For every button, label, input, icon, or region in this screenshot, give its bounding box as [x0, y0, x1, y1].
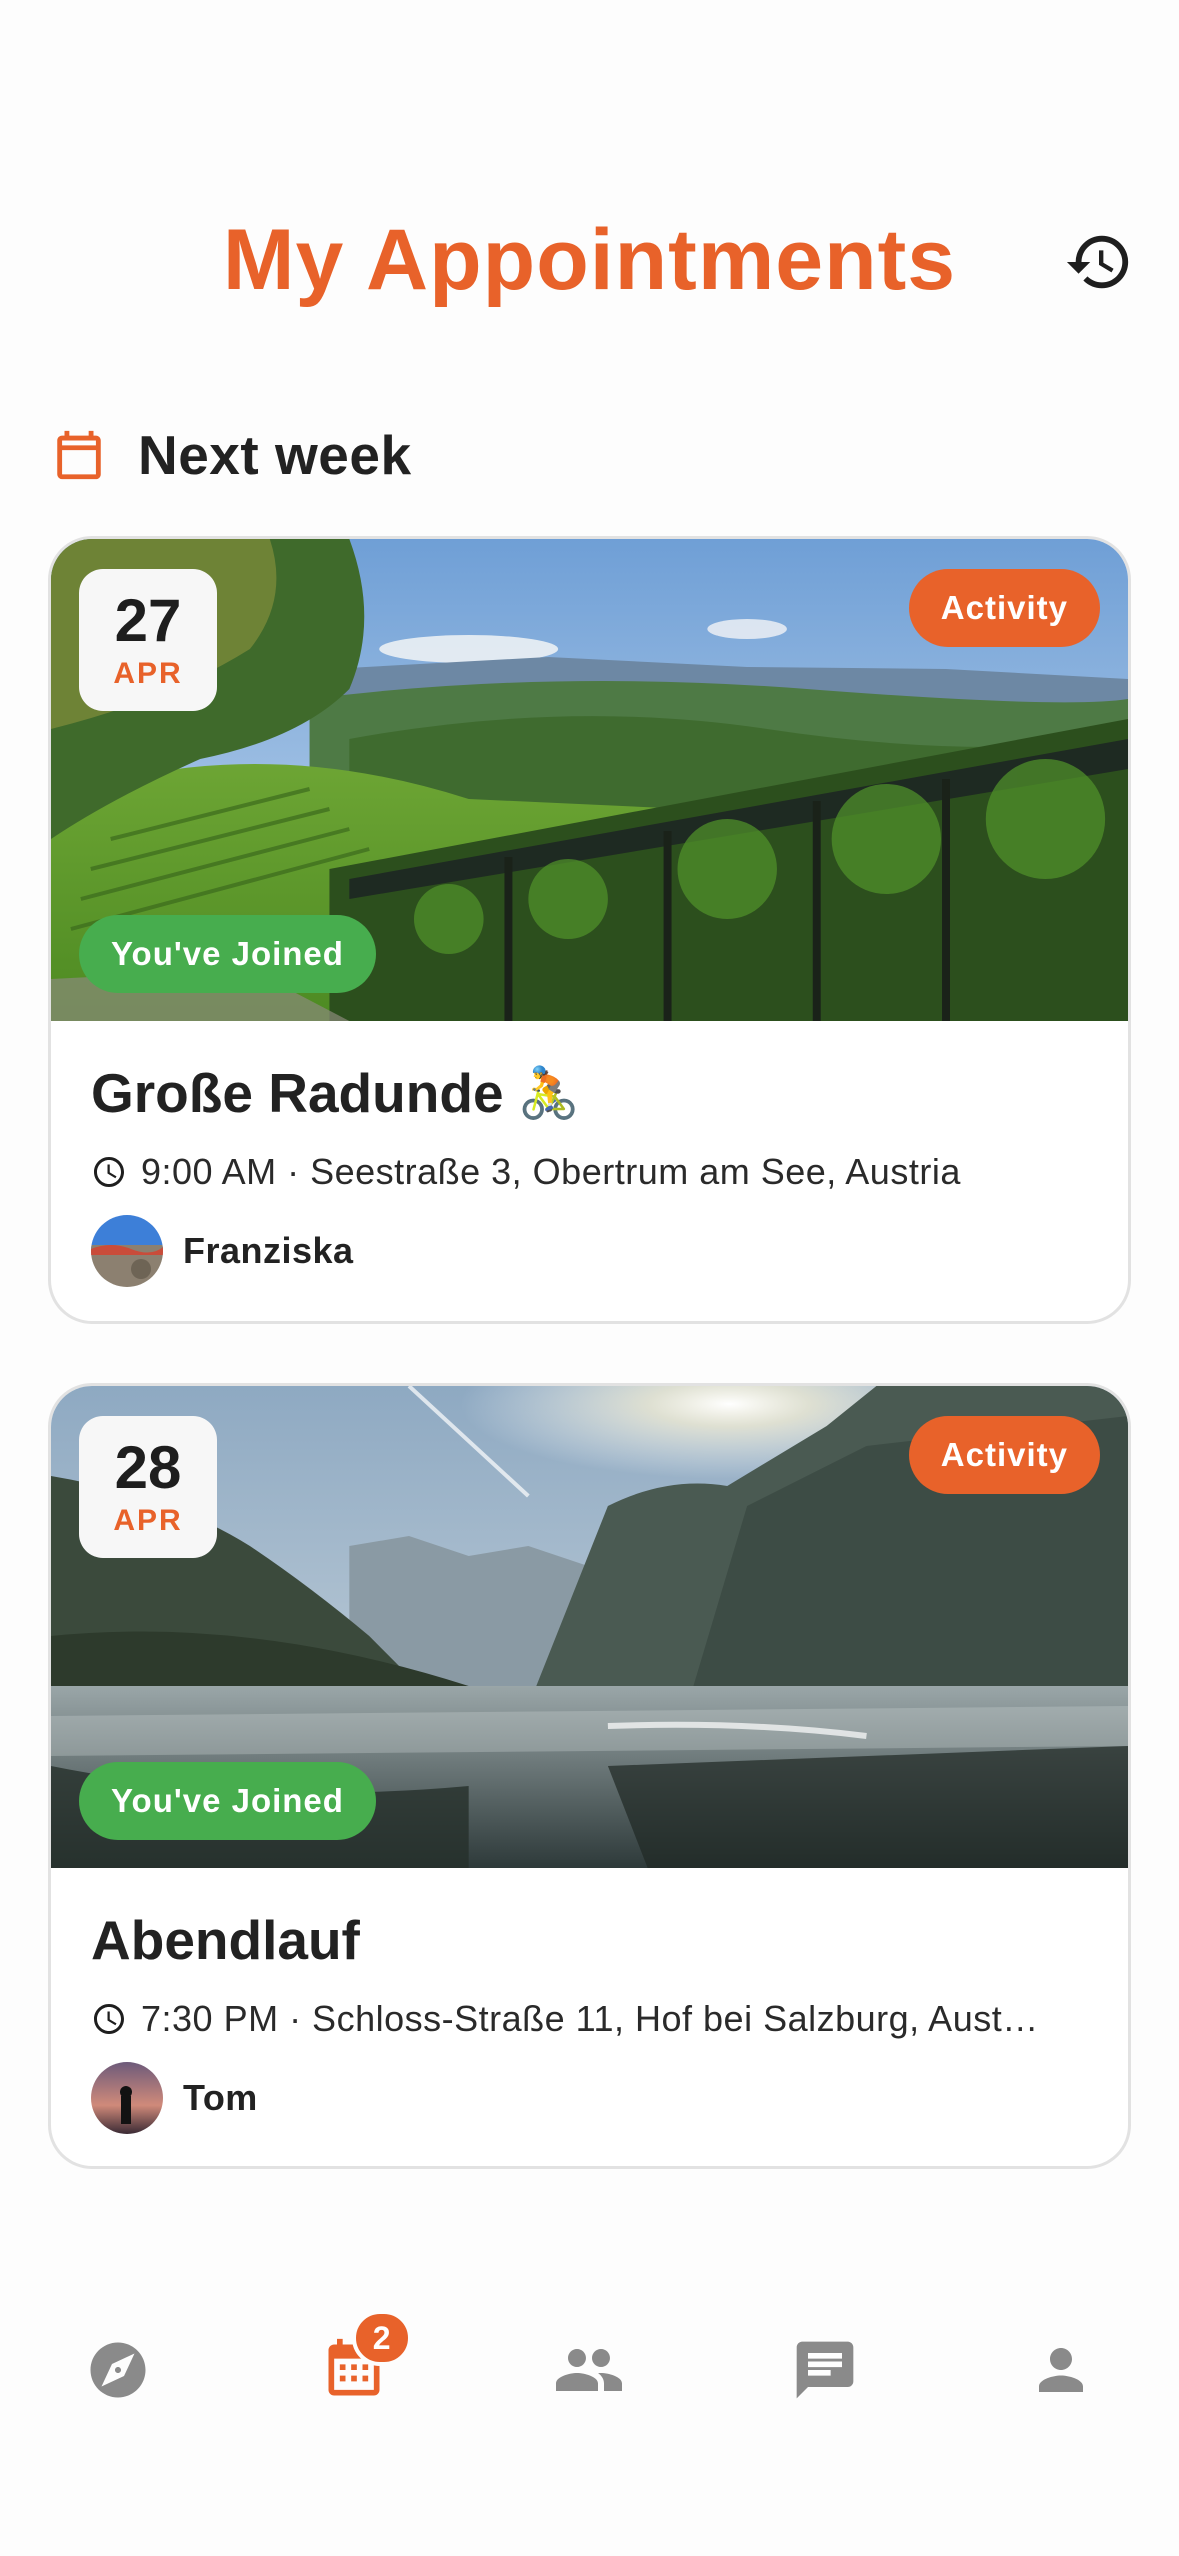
- nav-explore[interactable]: [48, 2300, 188, 2440]
- event-title-text: Große Radunde: [91, 1062, 504, 1124]
- event-time-location: 7:30 PM · Schloss-Straße 11, Hof bei Sal…: [141, 1998, 1039, 2039]
- history-icon: [1066, 235, 1129, 289]
- host: Tom: [91, 2062, 1088, 2134]
- chat-icon: [796, 2341, 854, 2399]
- event-image: 27 APR Activity You've Joined: [51, 539, 1128, 1021]
- host: Franziska: [91, 1215, 1088, 1287]
- cyclist-emoji: 🚴: [517, 1064, 580, 1122]
- group-icon: [556, 2349, 623, 2391]
- date-badge: 27 APR: [79, 569, 217, 711]
- event-title-text: Abendlauf: [91, 1909, 360, 1971]
- event-meta: 7:30 PM · Schloss-Straße 11, Hof bei Sal…: [91, 1998, 1088, 2040]
- date-month: APR: [113, 657, 183, 690]
- calendar-icon: [57, 430, 101, 480]
- section-heading: Next week: [50, 420, 412, 490]
- event-image: 28 APR Activity You've Joined: [51, 1386, 1128, 1868]
- avatar: [91, 1215, 163, 1287]
- event-meta: 9:00 AM · Seestraße 3, Obertrum am See, …: [91, 1151, 1088, 1193]
- nav-groups[interactable]: [519, 2300, 659, 2440]
- event-title: Große Radunde 🚴: [91, 1057, 1088, 1129]
- host-name: Tom: [183, 2077, 258, 2118]
- event-title: Abendlauf: [91, 1904, 1088, 1976]
- clock-icon: [94, 2004, 124, 2034]
- type-badge: Activity: [908, 569, 1100, 647]
- section-title: Next week: [138, 424, 412, 486]
- appointment-card[interactable]: 28 APR Activity You've Joined Abendlauf …: [48, 1383, 1131, 2169]
- clock-icon: [94, 1157, 124, 1187]
- event-time-location: 9:00 AM · Seestraße 3, Obertrum am See, …: [141, 1151, 961, 1192]
- person-icon: [1039, 2348, 1084, 2392]
- header: My Appointments: [0, 200, 1179, 320]
- date-day: 28: [114, 1434, 182, 1501]
- page-title: My Appointments: [222, 212, 957, 308]
- type-badge: Activity: [908, 1416, 1100, 1494]
- card-body: Große Radunde 🚴 9:00 AM · Seestraße 3, O…: [51, 1021, 1128, 1287]
- history-button[interactable]: [1061, 224, 1137, 300]
- date-day: 27: [114, 587, 182, 654]
- joined-badge: You've Joined: [79, 915, 376, 993]
- bottom-navigation: 2: [0, 2300, 1179, 2440]
- nav-profile[interactable]: [991, 2300, 1131, 2440]
- date-badge: 28 APR: [79, 1416, 217, 1558]
- notification-badge: 2: [351, 2310, 412, 2366]
- date-month: APR: [113, 1504, 183, 1537]
- nav-chat[interactable]: [755, 2300, 895, 2440]
- avatar: [91, 2062, 163, 2134]
- nav-appointments[interactable]: 2: [284, 2300, 424, 2440]
- appointment-card[interactable]: 27 APR Activity You've Joined Große Radu…: [48, 536, 1131, 1324]
- explore-icon: [90, 2342, 146, 2398]
- joined-badge: You've Joined: [79, 1762, 376, 1840]
- host-name: Franziska: [183, 1230, 354, 1271]
- card-body: Abendlauf 7:30 PM · Schloss-Straße 11, H…: [51, 1868, 1128, 2134]
